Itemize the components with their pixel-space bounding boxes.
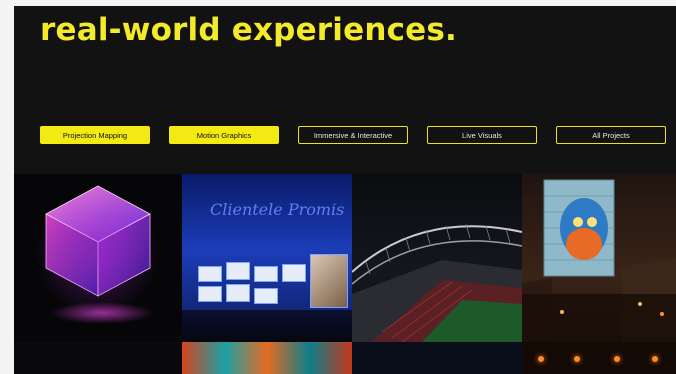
project-tile-partial[interactable]: [352, 342, 522, 374]
stage-screen: [226, 262, 250, 280]
stadium-image: [352, 223, 522, 342]
stage-floor: [182, 310, 352, 342]
project-tile-partial[interactable]: [182, 342, 352, 374]
lamp-light: [614, 356, 620, 362]
stage-portrait-screen: [310, 254, 348, 308]
category-filters: Projection Mapping Motion Graphics Immer…: [40, 126, 676, 146]
filter-immersive-interactive[interactable]: Immersive & Interactive: [298, 126, 408, 144]
stage-screen: [254, 288, 278, 304]
stage-screen: [254, 266, 278, 282]
filter-live-visuals[interactable]: Live Visuals: [427, 126, 537, 144]
lamp-light: [652, 356, 658, 362]
stage-screen: [198, 266, 222, 282]
stage-screen: [226, 284, 250, 302]
building-projection-image: [522, 179, 676, 342]
project-tile-stadium[interactable]: [352, 174, 522, 342]
page-frame: real-world experiences. Projection Mappi…: [14, 6, 676, 374]
project-tile-partial[interactable]: [522, 342, 676, 374]
hero-headline: real-world experiences.: [40, 12, 458, 48]
project-tile-building[interactable]: [522, 174, 676, 342]
stage-screen: [198, 286, 222, 302]
lamp-light: [574, 356, 580, 362]
project-gallery: Clientele Promis: [14, 174, 676, 374]
cube-reflection: [50, 302, 154, 324]
project-tile-cube[interactable]: [14, 174, 182, 342]
project-tile-concert[interactable]: Clientele Promis: [182, 174, 352, 342]
cube-glow: [32, 194, 162, 314]
project-tile-partial[interactable]: [14, 342, 182, 374]
filter-motion-graphics[interactable]: Motion Graphics: [169, 126, 279, 144]
filter-projection-mapping[interactable]: Projection Mapping: [40, 126, 150, 144]
stage-script-text: Clientele Promis: [210, 200, 345, 219]
filter-all-projects[interactable]: All Projects: [556, 126, 666, 144]
lamp-light: [538, 356, 544, 362]
stage-screen: [282, 264, 306, 282]
